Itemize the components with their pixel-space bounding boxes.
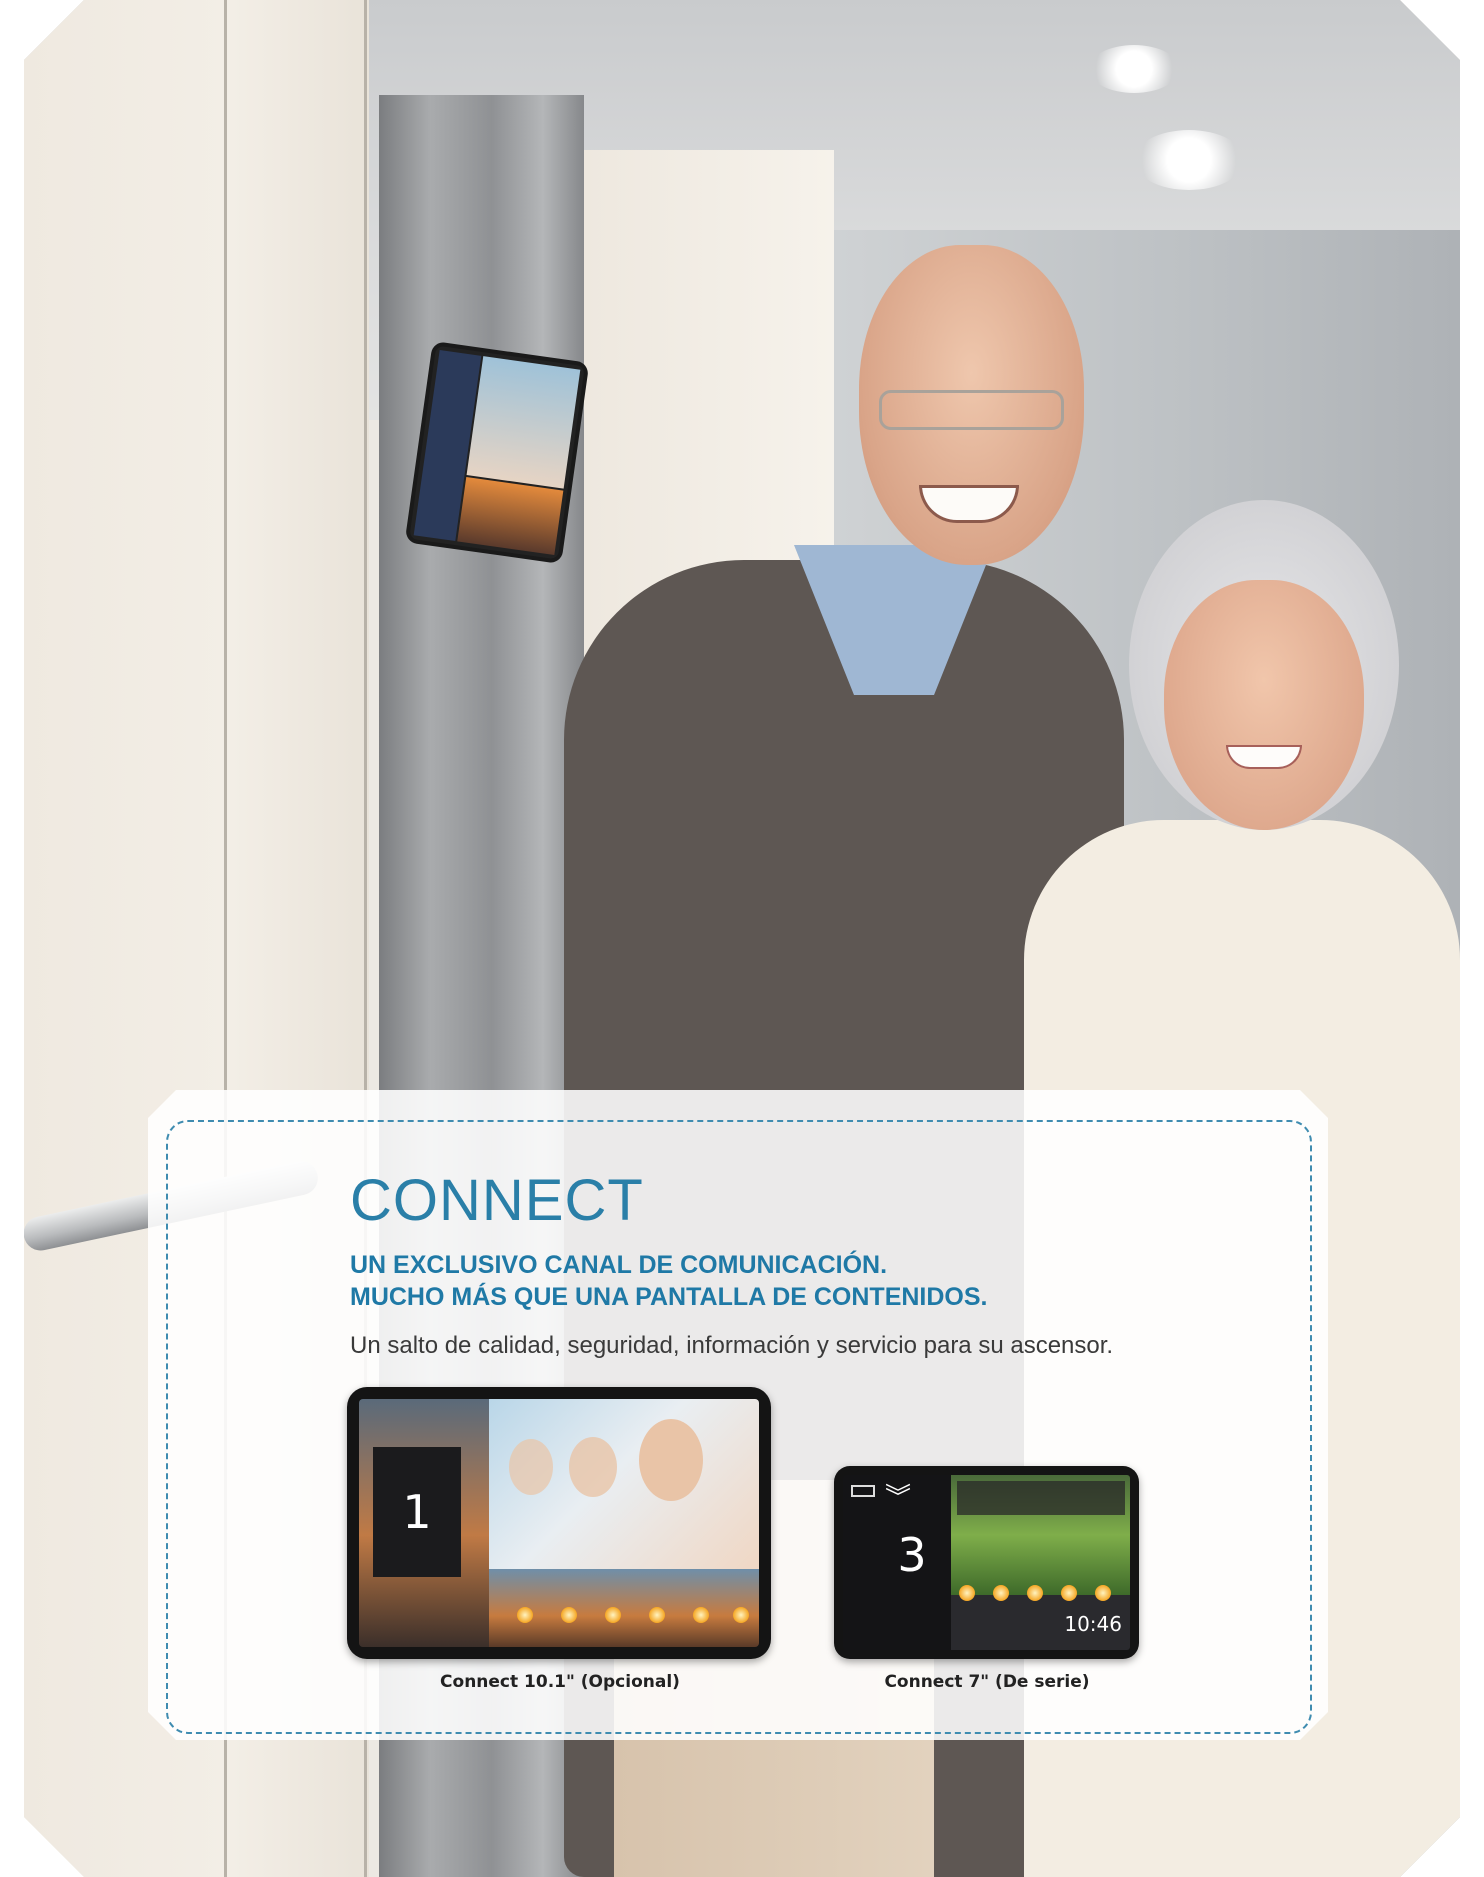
connect-10-device: 1 xyxy=(347,1387,771,1659)
sun-icon xyxy=(1027,1585,1043,1601)
connect-7-device: ︾ 3 10:46 xyxy=(834,1466,1139,1659)
section-title: CONNECT xyxy=(350,1168,644,1233)
sun-icon xyxy=(1095,1585,1111,1601)
floor-indicator: 1 xyxy=(373,1447,461,1577)
subtitle-line-2: MUCHO MÁS QUE UNA PANTALLA DE CONTENIDOS… xyxy=(350,1283,988,1311)
ceiling-light xyxy=(1134,130,1244,190)
sun-icon xyxy=(561,1607,577,1623)
sun-icon xyxy=(993,1585,1009,1601)
info-bar: 10:46 xyxy=(951,1585,1130,1650)
battery-icon xyxy=(851,1485,875,1497)
connect-10-screen: 1 xyxy=(359,1399,759,1647)
sun-icon xyxy=(649,1607,665,1623)
sun-icon xyxy=(693,1607,709,1623)
section-body: Un salto de calidad, seguridad, informac… xyxy=(350,1332,1114,1359)
woman-smile xyxy=(1226,745,1302,769)
woman-face xyxy=(1164,580,1364,830)
sun-icon xyxy=(1061,1585,1077,1601)
connect-7-caption: Connect 7" (De serie) xyxy=(884,1672,1090,1692)
sun-icon xyxy=(517,1607,533,1623)
ceiling-light xyxy=(1089,45,1179,93)
sun-icon xyxy=(959,1585,975,1601)
connect-7-screen: ︾ 3 10:46 xyxy=(843,1475,1130,1650)
section-subtitle: UN EXCLUSIVO CANAL DE COMUNICACIÓN. MUCH… xyxy=(350,1249,988,1313)
call-center-photo xyxy=(489,1399,759,1569)
connect-10-caption: Connect 10.1" (Opcional) xyxy=(440,1672,680,1692)
weather-strip xyxy=(489,1569,759,1647)
floor-number: 1 xyxy=(402,1485,432,1539)
weather-banner xyxy=(957,1481,1125,1515)
chevron-down-icon: ︾ xyxy=(885,1482,912,1512)
sun-icon xyxy=(733,1607,749,1623)
sun-icon xyxy=(605,1607,621,1623)
floor-number: 3 xyxy=(897,1528,927,1582)
subtitle-line-1: UN EXCLUSIVO CANAL DE COMUNICACIÓN. xyxy=(350,1251,888,1279)
clock-time: 10:46 xyxy=(1064,1612,1122,1636)
panel-display-screen xyxy=(409,345,585,560)
glasses xyxy=(879,390,1064,430)
